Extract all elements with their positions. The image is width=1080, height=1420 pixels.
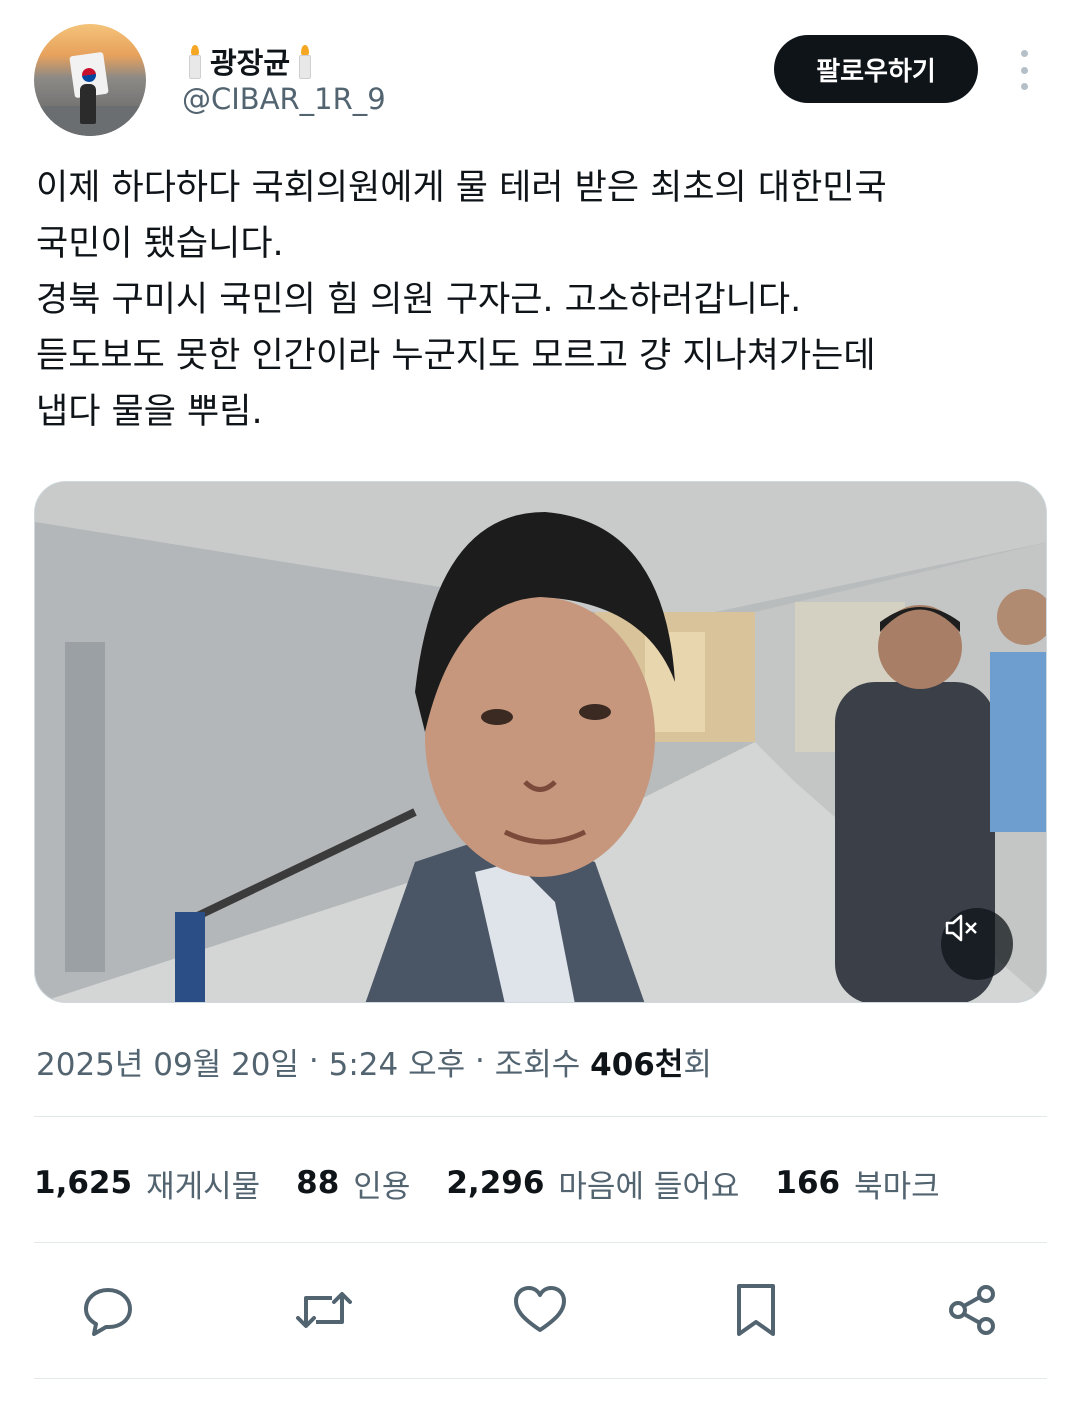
repost-icon[interactable] (294, 1280, 354, 1340)
stat-label: 마음에 들어요 (558, 1168, 740, 1205)
tweet-time[interactable]: 5:24 오후 (329, 1039, 466, 1084)
divider (34, 1242, 1047, 1243)
stat-label: 북마크 (854, 1168, 940, 1205)
share-icon[interactable] (942, 1280, 1002, 1340)
views-count: 406천 (590, 1046, 684, 1083)
engagement-stats: 1,625 재게시물 88 인용 2,296 마음에 들어요 166 북마크 (34, 1158, 976, 1208)
avatar-person (80, 84, 96, 124)
meta-separator: · (465, 1043, 495, 1079)
tweet-text-line: 이제 하다하다 국회의원에게 물 테러 받은 최초의 대한민국 (36, 168, 887, 208)
bookmark-icon[interactable] (726, 1280, 786, 1340)
avatar[interactable] (34, 24, 146, 136)
stat-likes[interactable]: 2,296 마음에 들어요 (446, 1161, 739, 1206)
video-frame (35, 482, 1046, 1002)
stat-label: 재게시물 (146, 1168, 261, 1205)
tweet-detail-page: 광장균 @CIBAR_1R_9 팔로우하기 이제 하다하다 국회의원에게 물 테… (0, 0, 1080, 1420)
reply-icon[interactable] (78, 1280, 138, 1340)
follow-button[interactable]: 팔로우하기 (774, 35, 978, 103)
stat-quotes[interactable]: 88 인용 (296, 1161, 410, 1206)
stat-count: 88 (296, 1165, 340, 1201)
views-suffix: 회 (683, 1046, 712, 1083)
stat-bookmarks[interactable]: 166 북마크 (775, 1161, 939, 1206)
tweet-text-line: 냅다 물을 뿌림. (36, 392, 263, 432)
tweet-meta: 2025년 09월 20일 · 5:24 오후 · 조회수 406천 회 (36, 1038, 712, 1084)
divider (34, 1378, 1047, 1379)
tweet-text-line: 국민이 됐습니다. (36, 224, 284, 264)
tweet-text: 이제 하다하다 국회의원에게 물 테러 받은 최초의 대한민국 국민이 됐습니다… (36, 160, 1046, 440)
display-name-row[interactable]: 광장균 (186, 40, 314, 82)
meta-separator: · (299, 1043, 329, 1079)
more-vertical-icon[interactable] (1008, 50, 1040, 90)
display-name[interactable]: 광장균 (210, 40, 290, 82)
stat-label: 인용 (353, 1168, 411, 1205)
speaker-muted-icon[interactable] (941, 908, 1013, 980)
divider (34, 1116, 1047, 1117)
stat-reposts[interactable]: 1,625 재게시물 (34, 1161, 260, 1206)
heart-icon[interactable] (510, 1280, 570, 1340)
tweet-text-line: 경북 구미시 국민의 힘 의원 구자근. 고소하러갑니다. (36, 280, 802, 320)
candle-icon (296, 43, 314, 79)
action-bar (0, 1274, 1080, 1346)
tweet-date[interactable]: 2025년 09월 20일 (36, 1039, 299, 1084)
stat-count: 166 (775, 1165, 841, 1201)
candle-icon (186, 43, 204, 79)
stat-count: 1,625 (34, 1165, 133, 1201)
tweet-text-line: 듣도보도 못한 인간이라 누군지도 모르고 걍 지나쳐가는데 (36, 336, 876, 376)
views-label: 조회수 (494, 1046, 591, 1083)
stat-count: 2,296 (446, 1165, 545, 1201)
user-handle[interactable]: @CIBAR_1R_9 (182, 82, 386, 116)
video-player[interactable] (34, 481, 1047, 1003)
